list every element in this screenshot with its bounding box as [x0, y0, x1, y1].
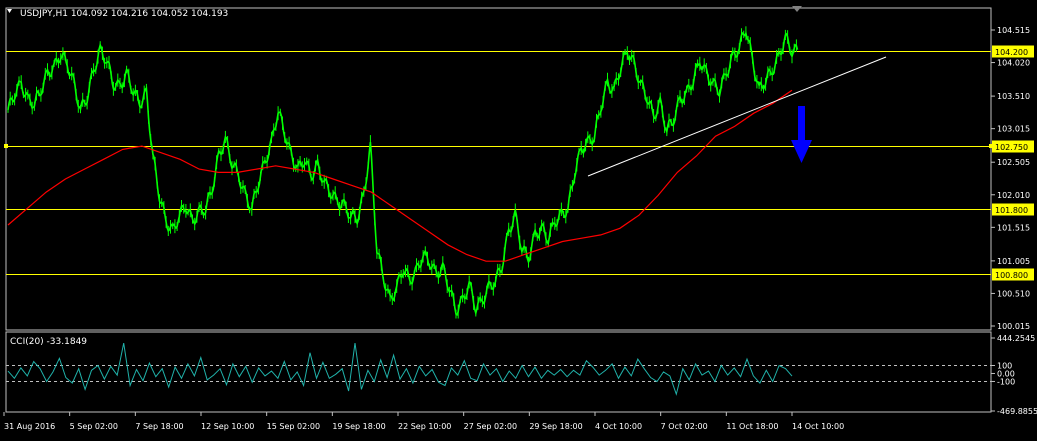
chart-root: 104.515 104.020 103.510 103.015 102.505 102.0… [0, 0, 1037, 441]
cci-tick-label: 444.2545 [997, 334, 1035, 343]
y-tick-label: 102.505 [997, 158, 1030, 167]
y-tick-label: 104.515 [997, 26, 1030, 35]
x-tick-label: 7 Sep 18:00 [135, 422, 183, 431]
cci-title: CCI(20) -33.1849 [10, 337, 87, 347]
x-tick-label: 4 Oct 10:00 [595, 422, 642, 431]
chart-title: USDJPY,H1 104.092 104.216 104.052 104.19… [20, 9, 228, 19]
level-label: 101.800 [995, 206, 1028, 215]
y-tick-label: 103.510 [997, 92, 1030, 101]
x-tick-label: 31 Aug 2016 [4, 422, 55, 431]
x-tick-label: 5 Sep 02:00 [70, 422, 118, 431]
y-tick-label: 101.005 [997, 257, 1030, 266]
x-tick-label: 11 Oct 18:00 [726, 422, 778, 431]
arrow-shaft [798, 106, 805, 144]
cci-tick-label: -100 [997, 377, 1015, 386]
level-label: 102.750 [995, 143, 1028, 152]
x-tick-label: 14 Oct 10:00 [792, 422, 844, 431]
y-tick-label: 100.510 [997, 289, 1030, 298]
x-tick-label: 15 Sep 02:00 [267, 422, 320, 431]
level-label: 100.800 [995, 271, 1028, 280]
x-tick-label: 22 Sep 10:00 [398, 422, 451, 431]
x-tick-label: 7 Oct 02:00 [661, 422, 708, 431]
x-tick-label: 12 Sep 10:00 [201, 422, 254, 431]
x-tick-label: 29 Sep 18:00 [529, 422, 582, 431]
x-tick-label: 19 Sep 18:00 [332, 422, 385, 431]
y-tick-label: 100.015 [997, 322, 1030, 331]
level-marker [4, 144, 8, 148]
x-tick-label: 27 Sep 02:00 [464, 422, 517, 431]
cci-tick-label: -469.8855 [997, 407, 1037, 416]
level-label: 104.200 [995, 48, 1028, 57]
y-tick-label: 103.015 [997, 125, 1030, 134]
y-tick-label: 104.020 [997, 59, 1030, 68]
y-tick-label: 102.010 [997, 191, 1030, 200]
y-tick-label: 101.515 [997, 223, 1030, 232]
